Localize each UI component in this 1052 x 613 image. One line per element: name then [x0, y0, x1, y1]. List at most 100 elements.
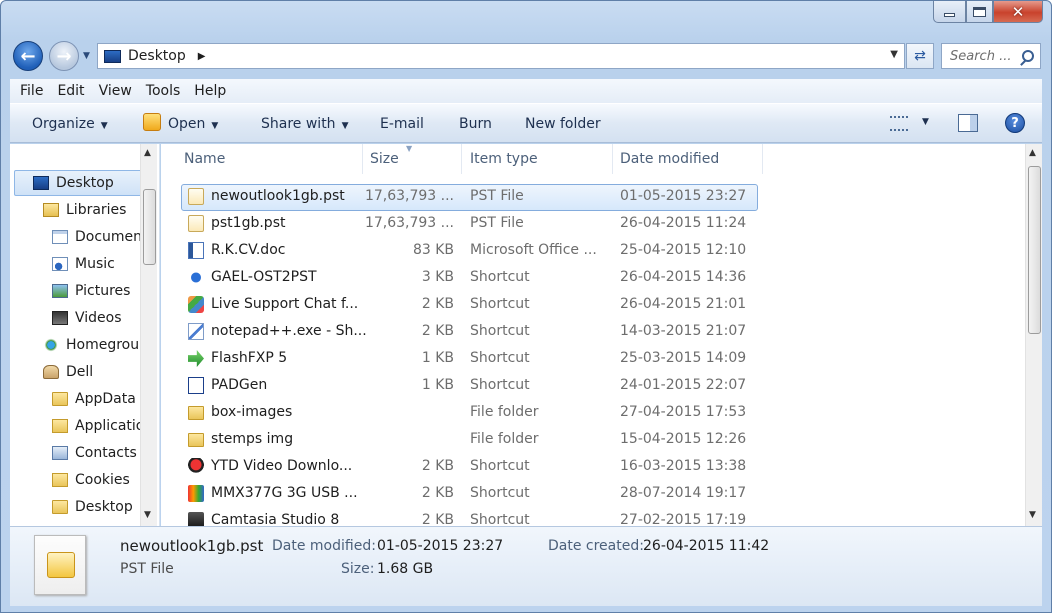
file-row[interactable]: R.K.CV.doc 83 KB Microsoft Office ... 25… [161, 237, 1025, 264]
file-size: 2 KB [421, 485, 454, 501]
file-type: Shortcut [470, 458, 530, 474]
nav-item-homegroup[interactable]: Homegroup [43, 332, 148, 358]
file-name: YTD Video Downlo... [211, 458, 353, 474]
minimize-icon [944, 12, 955, 17]
nav-item-appdata[interactable]: AppData [52, 386, 136, 412]
nav-item-desktop[interactable]: Desktop [14, 170, 148, 196]
menu-file[interactable]: File [20, 83, 43, 99]
view-options-dropdown-icon[interactable]: ▼ [922, 117, 929, 127]
file-type: PST File [470, 215, 524, 231]
burn-button[interactable]: Burn [459, 116, 492, 132]
file-row[interactable]: MMX377G 3G USB ... 2 KB Shortcut 28-07-2… [161, 480, 1025, 507]
file-row[interactable]: GAEL-OST2PST 3 KB Shortcut 26-04-2015 14… [161, 264, 1025, 291]
help-icon[interactable]: ? [1005, 113, 1025, 133]
scrollbar-thumb[interactable] [1028, 166, 1041, 334]
file-date: 26-04-2015 11:24 [620, 215, 747, 231]
breadcrumb-arrow-icon[interactable]: ▶ [198, 51, 206, 62]
scrollbar-thumb[interactable] [143, 189, 156, 265]
nav-item-label: Contacts [75, 445, 137, 461]
column-header-size[interactable]: Size [363, 144, 462, 174]
file-size: 1 KB [421, 377, 454, 393]
scroll-down-icon[interactable]: ▼ [1029, 510, 1036, 520]
menu-tools[interactable]: Tools [146, 83, 181, 99]
column-header-item-type[interactable]: Item type [462, 144, 613, 174]
navigation-pane-scrollbar[interactable]: ▲ ▼ [140, 144, 157, 526]
maximize-button[interactable] [966, 1, 993, 23]
file-row[interactable]: pst1gb.pst 17,63,793 ... PST File 26-04-… [161, 210, 1025, 237]
nav-item-libraries[interactable]: Libraries [43, 197, 126, 223]
outlook-envelope-icon [47, 552, 75, 578]
nav-item-music[interactable]: Music [52, 251, 115, 277]
forward-button[interactable]: → [49, 41, 79, 71]
outlook-open-icon [143, 113, 161, 131]
file-row[interactable]: newoutlook1gb.pst 17,63,793 ... PST File… [161, 183, 1025, 211]
file-row[interactable]: PADGen 1 KB Shortcut 24-01-2015 22:07 [161, 372, 1025, 399]
file-date: 26-04-2015 14:36 [620, 269, 747, 285]
nav-item-dell[interactable]: Dell [43, 359, 93, 385]
file-row[interactable]: box-images File folder 27-04-2015 17:53 [161, 399, 1025, 426]
folder-icon [188, 433, 204, 447]
file-row[interactable]: notepad++.exe - Sh... 2 KB Shortcut 14-0… [161, 318, 1025, 345]
column-header-name[interactable]: Name [175, 144, 363, 174]
search-input[interactable]: Search ... [950, 49, 1011, 64]
file-row[interactable]: Live Support Chat f... 2 KB Shortcut 26-… [161, 291, 1025, 318]
address-breadcrumb[interactable]: Desktop [128, 48, 186, 64]
minimize-button[interactable] [933, 1, 966, 23]
address-dropdown-icon[interactable]: ▼ [890, 49, 898, 60]
file-row[interactable]: stemps img File folder 15-04-2015 12:26 [161, 426, 1025, 453]
scroll-up-icon[interactable]: ▲ [1029, 148, 1036, 158]
change-view-icon[interactable] [890, 116, 908, 131]
file-name: PADGen [211, 377, 268, 393]
close-button[interactable]: ✕ [993, 1, 1043, 23]
scroll-up-icon[interactable]: ▲ [144, 148, 151, 158]
desktop-icon [104, 49, 121, 63]
folder-icon [52, 500, 68, 514]
file-row[interactable]: YTD Video Downlo... 2 KB Shortcut 16-03-… [161, 453, 1025, 480]
open-button[interactable]: Open ▼ [168, 116, 218, 132]
email-button[interactable]: E-mail [380, 116, 424, 132]
file-size: 3 KB [421, 269, 454, 285]
file-size: 2 KB [421, 512, 454, 526]
details-size-label: Size: [341, 561, 375, 577]
nav-item-cookies[interactable]: Cookies [52, 467, 130, 493]
file-size: 17,63,793 ... [364, 188, 454, 204]
file-row[interactable]: Camtasia Studio 8 2 KB Shortcut 27-02-20… [161, 507, 1025, 526]
nav-item-label: Dell [66, 364, 94, 380]
nav-item-label: Cookies [75, 472, 130, 488]
file-row[interactable]: FlashFXP 5 1 KB Shortcut 25-03-2015 14:0… [161, 345, 1025, 372]
recent-pages-dropdown[interactable]: ▼ [83, 51, 90, 61]
chevron-down-icon: ▼ [341, 121, 349, 131]
file-type: Shortcut [470, 350, 530, 366]
details-date-modified-value: 01-05-2015 23:27 [377, 538, 504, 554]
new-folder-button[interactable]: New folder [525, 116, 601, 132]
file-date: 15-04-2015 12:26 [620, 431, 747, 447]
file-size: 2 KB [421, 296, 454, 312]
share-with-button[interactable]: Share with ▼ [261, 116, 348, 132]
menu-edit[interactable]: Edit [57, 83, 84, 99]
scroll-down-icon[interactable]: ▼ [144, 510, 151, 520]
back-button[interactable]: ← [13, 41, 43, 71]
shortcut-folder-icon [52, 419, 68, 433]
file-date: 25-03-2015 14:09 [620, 350, 747, 366]
menu-view[interactable]: View [99, 83, 132, 99]
menu-help[interactable]: Help [194, 83, 226, 99]
preview-pane-icon[interactable] [958, 114, 978, 132]
caption-buttons: ✕ [933, 1, 1043, 23]
libraries-icon [43, 203, 59, 217]
organize-button[interactable]: Organize ▼ [32, 116, 108, 132]
file-list-scrollbar[interactable]: ▲ ▼ [1025, 144, 1042, 526]
address-bar[interactable]: Desktop ▶ ▼ [97, 43, 905, 69]
open-label: Open [168, 116, 206, 132]
search-box[interactable]: Search ... [941, 43, 1041, 69]
nav-item-label: Videos [75, 310, 122, 326]
nav-item-contacts[interactable]: Contacts [52, 440, 137, 466]
refresh-button[interactable]: ⇄ [906, 43, 934, 69]
nav-item-desktop-folder[interactable]: Desktop [52, 494, 133, 520]
search-icon[interactable] [1022, 50, 1034, 62]
nav-item-label: Libraries [66, 202, 127, 218]
column-header-date-modified[interactable]: Date modified [613, 144, 763, 174]
nav-item-pictures[interactable]: Pictures [52, 278, 130, 304]
flashfxp-shortcut-icon [188, 350, 204, 367]
shortcut-folder-icon [52, 473, 68, 487]
nav-item-videos[interactable]: Videos [52, 305, 122, 331]
